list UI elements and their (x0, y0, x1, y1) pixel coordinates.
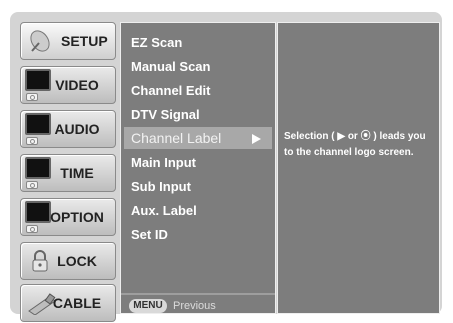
arrow-right-icon (252, 134, 261, 144)
menu-item-aux-label[interactable]: Aux. Label (131, 203, 197, 218)
tab-video[interactable]: VIDEO (20, 66, 116, 104)
tab-label: LOCK (57, 253, 97, 269)
menu-item-main-input[interactable]: Main Input (131, 155, 196, 170)
badge-icon (26, 93, 38, 101)
tab-setup[interactable]: SETUP (20, 22, 116, 60)
badge-icon (26, 137, 38, 145)
help-text: Selection ( ▶ or ⦿ ) leads you to the ch… (284, 131, 426, 158)
menu-item-ez-scan[interactable]: EZ Scan (131, 35, 182, 50)
help-panel: Selection ( ▶ or ⦿ ) leads you to the ch… (277, 22, 440, 314)
menu-button[interactable]: MENU (129, 299, 167, 313)
tab-cable[interactable]: CABLE (20, 284, 116, 322)
footer-divider (121, 293, 275, 295)
badge-icon (26, 225, 38, 233)
menu-item-channel-label[interactable]: Channel Label (124, 127, 272, 149)
tab-label: SETUP (61, 33, 108, 49)
menu-item-sub-input[interactable]: Sub Input (131, 179, 191, 194)
tab-lock[interactable]: LOCK (20, 242, 116, 280)
menu-item-set-id[interactable]: Set ID (131, 227, 168, 242)
tab-label: OPTION (50, 209, 104, 225)
setup-menu: EZ Scan Manual Scan Channel Edit DTV Sig… (120, 22, 276, 314)
category-tabs: SETUP VIDEO AUDIO TIME OPTION LOCK CABLE (20, 22, 116, 322)
menu-item-manual-scan[interactable]: Manual Scan (131, 59, 210, 74)
menu-item-channel-edit[interactable]: Channel Edit (131, 83, 210, 98)
tab-option[interactable]: OPTION (20, 198, 116, 236)
satellite-dish-icon (27, 29, 53, 58)
tab-label: AUDIO (54, 121, 100, 137)
tab-time[interactable]: TIME (20, 154, 116, 192)
menu-item-label: Channel Label (131, 130, 222, 146)
tab-label: CABLE (52, 295, 102, 311)
tab-label: TIME (60, 165, 94, 181)
tab-audio[interactable]: AUDIO (20, 110, 116, 148)
previous-label: Previous (173, 300, 216, 312)
menu-item-dtv-signal[interactable]: DTV Signal (131, 107, 200, 122)
badge-icon (26, 181, 38, 189)
tab-label: VIDEO (55, 77, 99, 93)
